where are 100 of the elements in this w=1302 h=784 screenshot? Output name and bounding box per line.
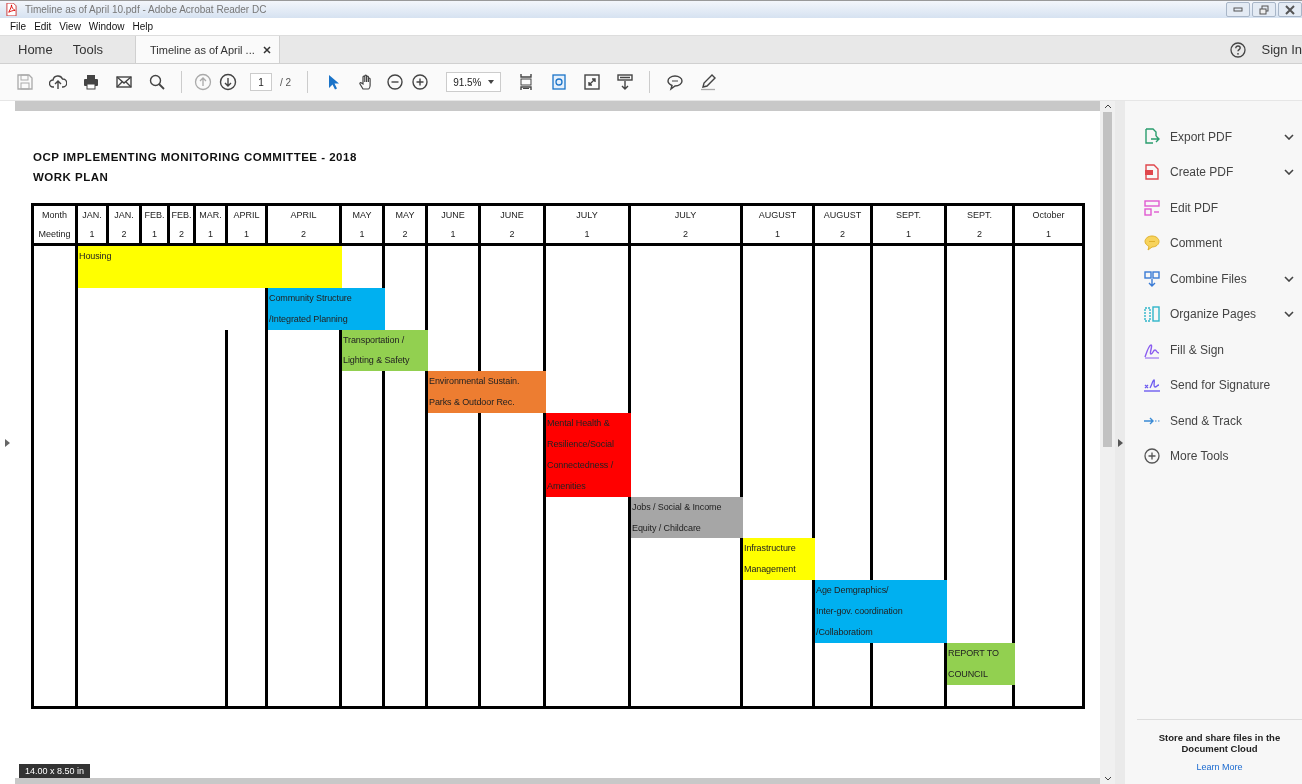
cloud-upload-icon[interactable] (48, 73, 67, 91)
column-header: JUNE (441, 209, 465, 223)
zoom-dropdown[interactable]: 91.5% (446, 72, 502, 92)
caret-icon (488, 80, 495, 84)
read-mode-icon[interactable] (615, 73, 634, 91)
column-subheader: 2 (977, 227, 982, 241)
column-subheader: 2 (179, 227, 184, 241)
comment-icon[interactable] (665, 73, 684, 91)
column-header: JAN. (82, 209, 102, 223)
expand-arrow-icon[interactable] (5, 438, 10, 447)
page-size-badge: 14.00 x 8.50 in (19, 764, 91, 778)
menu-item[interactable]: Window (84, 21, 129, 32)
print-icon[interactable] (81, 73, 100, 91)
column-header: APRIL (290, 209, 317, 223)
column-header: JUNE (500, 209, 524, 223)
tool-item[interactable]: Send for Signature (1143, 367, 1302, 403)
next-page-icon[interactable] (218, 73, 237, 91)
tab[interactable]: Tools (62, 36, 114, 63)
menu-item[interactable]: View (55, 21, 85, 32)
chevron-icon[interactable] (1284, 275, 1294, 282)
column-header: SEPT. (896, 209, 921, 223)
scroll-down-icon[interactable] (1103, 776, 1112, 781)
task-bar: REPORT TO COUNCIL (947, 642, 1015, 685)
task-bar: Age Demgraphics/ Inter-gov. coordination /Collaboratiom (815, 580, 947, 643)
tool-item[interactable]: More Tools (1143, 438, 1302, 474)
column-subheader: 1 (450, 227, 456, 241)
tool-item[interactable]: Export PDF (1143, 119, 1302, 155)
restore-button[interactable] (1252, 2, 1276, 17)
column-subheader: 1 (775, 227, 780, 241)
help-icon[interactable] (1229, 41, 1246, 58)
column-header: SEPT. (967, 209, 992, 223)
horizontal-scrollbar[interactable] (15, 778, 1100, 784)
page-number-field[interactable]: 1 (250, 73, 272, 91)
document-subtitle: WORK PLAN (33, 170, 110, 185)
column-header: MAY (352, 209, 372, 223)
column-subheader: 1 (152, 227, 157, 241)
menu-item[interactable]: File (6, 21, 31, 32)
collapse-arrow-icon[interactable] (1117, 438, 1123, 447)
task-bar: Jobs / Social & Income Equity / Childcare (631, 496, 743, 539)
tool-item[interactable]: Comment (1143, 225, 1302, 261)
column-subheader: 1 (89, 227, 95, 241)
column-header: APRIL (233, 209, 260, 223)
chevron-icon[interactable] (1284, 133, 1294, 140)
tool-item[interactable]: Organize Pages (1143, 296, 1302, 332)
cloud-promo-text: Store and share files in the Document Cloud (1157, 732, 1282, 754)
window-title: Timeline as of April 10.pdf - Adobe Acrobat Reader DC (25, 4, 267, 15)
chevron-icon[interactable] (1284, 311, 1294, 318)
menu-item[interactable]: Help (128, 21, 157, 32)
edit-icon (1143, 198, 1161, 217)
task-bar: Transportation / Lighting & Safety (342, 329, 428, 372)
column-header: FEB. (144, 209, 165, 223)
add-icon (1143, 447, 1161, 466)
tool-item[interactable]: Combine Files (1143, 261, 1302, 297)
task-bar: Mental Health & Resilience/Social Connectedness / Amenities (546, 413, 631, 497)
column-subheader: 2 (301, 227, 306, 241)
close-button[interactable] (1278, 2, 1302, 17)
create-pdf-icon (1143, 163, 1161, 182)
rotate-page-icon[interactable] (549, 73, 568, 91)
tab[interactable]: Home (8, 36, 63, 63)
close-icon[interactable] (262, 45, 271, 54)
column-subheader: 2 (683, 227, 688, 241)
export-icon (1143, 127, 1161, 146)
restore-icon (1259, 4, 1269, 15)
menu-item[interactable]: Edit (30, 21, 56, 32)
learn-more-link[interactable]: Learn More (1196, 762, 1243, 772)
column-subheader: 1 (584, 227, 590, 241)
pen-icon[interactable] (698, 73, 717, 91)
sign-in-link[interactable]: Sign In (1261, 42, 1302, 57)
scroll-up-icon[interactable] (1103, 104, 1112, 109)
pdf-file-icon (6, 3, 17, 16)
minimize-icon (1233, 6, 1243, 13)
tool-item[interactable]: Send & Track (1143, 403, 1302, 439)
organize-icon (1143, 305, 1161, 324)
column-header: AUGUST (758, 209, 797, 223)
tab[interactable]: Timeline as of April ... (135, 36, 280, 63)
zoom-out-icon[interactable] (385, 73, 404, 91)
tool-item[interactable]: Fill & Sign (1143, 332, 1302, 368)
full-screen-icon[interactable] (582, 73, 601, 91)
task-bar: Infrastructure Management (743, 538, 815, 581)
column-subheader: 2 (121, 227, 127, 241)
search-icon[interactable] (147, 73, 166, 91)
tool-item[interactable]: Create PDF (1143, 154, 1302, 190)
zoom-in-icon[interactable] (410, 73, 429, 91)
column-subheader: 1 (1046, 227, 1051, 241)
vertical-scrollbar[interactable] (1100, 101, 1115, 784)
tool-item[interactable]: Edit PDF (1143, 190, 1302, 226)
close-icon (1285, 4, 1295, 15)
column-subheader: 2 (509, 227, 515, 241)
column-header: FEB. (171, 209, 192, 223)
column-header: JULY (674, 209, 697, 223)
task-bar: Housing (78, 246, 342, 288)
column-header: MAR. (199, 209, 222, 223)
column-header: Month (42, 209, 67, 223)
column-subheader: 1 (208, 227, 213, 241)
column-subheader: 1 (359, 227, 365, 241)
column-subheader: 2 (402, 227, 408, 241)
chevron-icon[interactable] (1284, 169, 1294, 176)
mail-icon[interactable] (114, 73, 133, 91)
comment-icon (1143, 234, 1161, 253)
column-subheader: Meeting (38, 227, 71, 241)
